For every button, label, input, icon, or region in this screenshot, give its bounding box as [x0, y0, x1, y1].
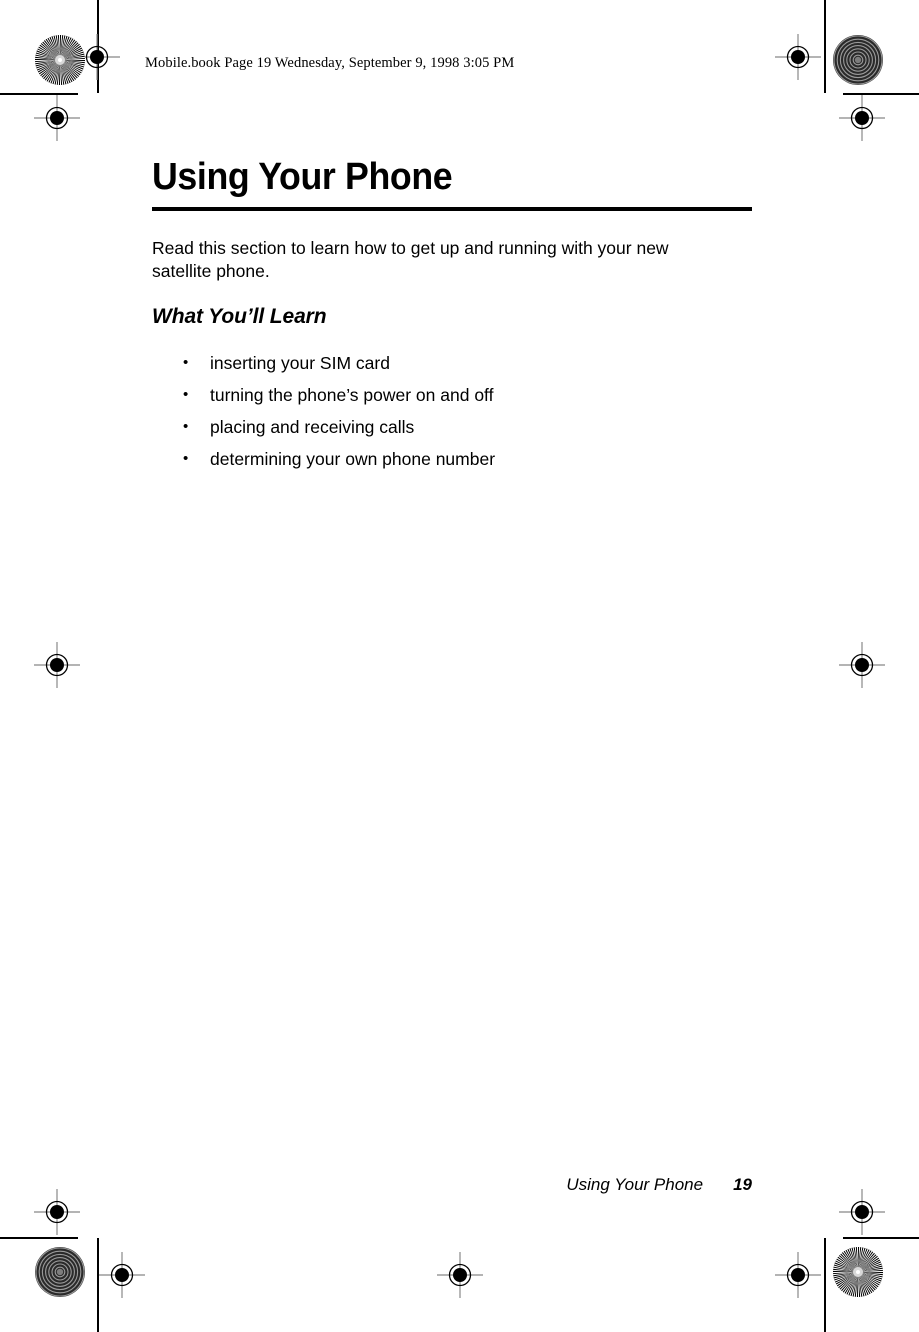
list-item: • determining your own phone number: [152, 443, 752, 475]
footer-page-number: 19: [733, 1175, 752, 1194]
registration-mark-mid-right: [839, 642, 885, 688]
trim-line-bottom-right-vertical: [824, 1238, 826, 1332]
list-item: • inserting your SIM card: [152, 347, 752, 379]
registration-mark-mid-left: [34, 642, 80, 688]
printed-page: Mobile.book Page 19 Wednesday, September…: [0, 0, 919, 1332]
registration-mark-bottom-left-upper: [34, 1189, 80, 1235]
section-heading-what-youll-learn: What You’ll Learn: [152, 305, 327, 328]
registration-mark-bottom-right: [775, 1252, 821, 1298]
bullet-icon: •: [183, 418, 189, 436]
footer-chapter-name: Using Your Phone: [566, 1175, 704, 1194]
title-rule: [152, 207, 752, 211]
bullet-icon: •: [183, 386, 189, 404]
trim-line-bottom-right-horizontal: [843, 1237, 919, 1239]
running-header: Mobile.book Page 19 Wednesday, September…: [145, 55, 515, 71]
page-footer: Using Your Phone 19: [152, 1175, 752, 1195]
learning-objectives-list: • inserting your SIM card • turning the pho…: [152, 347, 752, 475]
list-item-label: inserting your SIM card: [210, 353, 390, 374]
starburst-target-top-left: [34, 34, 86, 86]
page-title: Using Your Phone: [152, 156, 453, 198]
registration-mark-top-right-lower: [839, 95, 885, 141]
registration-mark-bottom-center: [437, 1252, 483, 1298]
trim-line-bottom-left-horizontal: [0, 1237, 78, 1239]
registration-mark-top-right: [775, 34, 821, 80]
ring-target-top-right: [832, 34, 884, 86]
ring-target-bottom-left: [34, 1246, 86, 1298]
list-item: • placing and receiving calls: [152, 411, 752, 443]
registration-mark-bottom-left: [99, 1252, 145, 1298]
bullet-icon: •: [183, 450, 189, 468]
list-item: • turning the phone’s power on and off: [152, 379, 752, 411]
list-item-label: placing and receiving calls: [210, 417, 415, 438]
intro-paragraph: Read this section to learn how to get up…: [152, 238, 669, 281]
bullet-icon: •: [183, 354, 189, 372]
list-item-label: turning the phone’s power on and off: [210, 385, 494, 406]
content-column: Using Your Phone Read this section to le…: [152, 155, 752, 475]
list-item-label: determining your own phone number: [210, 449, 496, 470]
starburst-target-bottom-right: [832, 1246, 884, 1298]
registration-mark-top-left-lower: [34, 95, 80, 141]
registration-mark-bottom-right-upper: [839, 1189, 885, 1235]
trim-line-top-right-vertical: [824, 0, 826, 93]
